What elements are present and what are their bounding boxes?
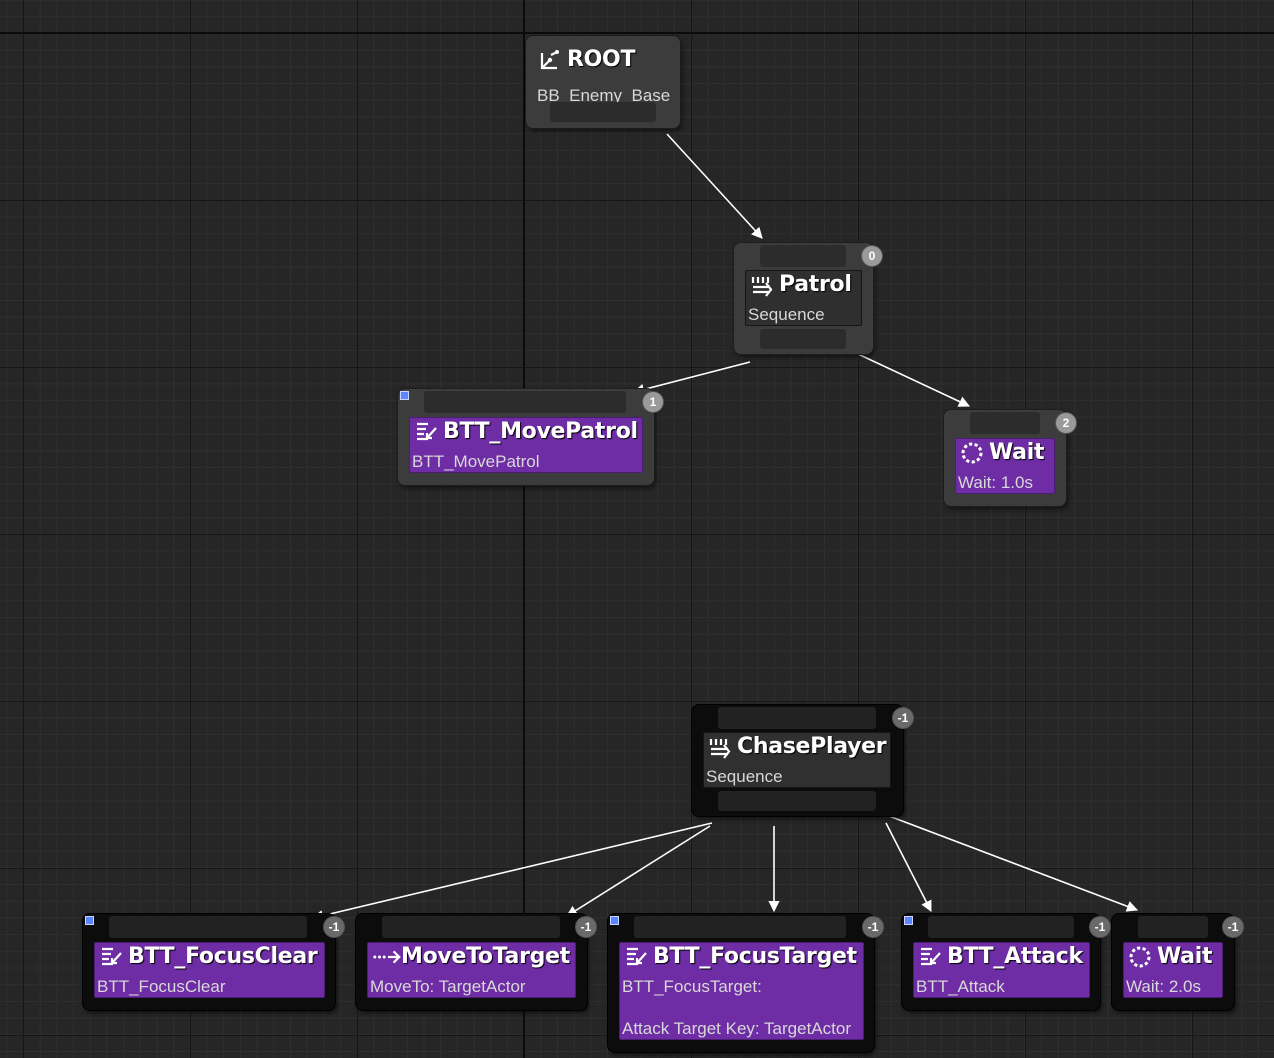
execution-index-badge: -1 [863,917,883,937]
wire-chase-to-wait2 [888,815,1139,912]
input-pin[interactable] [1138,916,1208,938]
node-subtitle: BTT_FocusTarget: [622,977,762,996]
node-title: BTT_FocusTarget [653,944,857,969]
execution-index-badge: -1 [576,917,596,937]
wire-root-to-patrol [666,133,763,239]
output-pin[interactable] [550,102,656,122]
move-patrol-task-node[interactable]: BTT_MovePatrol BTT_MovePatrol 1 [398,389,663,485]
breakpoint-flag-icon [610,916,619,925]
output-pin[interactable] [760,329,846,349]
move-to-target-task-node[interactable]: MoveToTarget MoveTo: TargetActor -1 [356,914,596,1010]
input-pin[interactable] [970,412,1040,434]
node-connections [311,133,1139,922]
focus-clear-task-node[interactable]: BTT_FocusClear BTT_FocusClear -1 [83,914,344,1010]
execution-index-badge: -1 [1223,917,1243,937]
sequence-icon [708,735,732,759]
chase-player-sequence-node[interactable]: ChasePlayer Sequence -1 [692,705,913,816]
input-pin[interactable] [718,707,876,729]
node-subtitle: Sequence [748,305,825,324]
execution-index-badge: 2 [1056,413,1076,433]
node-title: Patrol [779,272,852,297]
node-subtitle: Wait: 1.0s [958,473,1033,492]
node-title: BTT_FocusClear [128,944,318,969]
wire-chase-to-focusclear [311,822,713,922]
move-to-icon [372,945,401,969]
wire-chase-to-moveto [566,825,711,917]
blueprint-task-icon [624,945,648,969]
node-subtitle: Sequence [706,767,783,786]
breakpoint-flag-icon [904,916,913,925]
blueprint-task-icon [414,420,438,444]
root-icon [538,48,562,72]
node-title: Wait [989,440,1045,465]
blueprint-task-icon [99,945,123,969]
input-pin[interactable] [760,245,846,267]
node-title: BTT_MovePatrol [443,419,638,444]
breakpoint-flag-icon [400,391,409,400]
wire-patrol-to-movepatrol [632,361,751,395]
execution-index-badge: -1 [1090,917,1110,937]
node-subtitle: BTT_MovePatrol [412,452,540,471]
input-pin[interactable] [424,391,626,413]
root-node[interactable]: ROOT BB_Enemy_Base [526,36,680,128]
focus-target-task-node[interactable]: BTT_FocusTarget BTT_FocusTarget: Attack … [608,914,883,1052]
wait-1-task-node[interactable]: Wait Wait: 1.0s 2 [944,410,1076,506]
wait-icon [960,441,984,465]
input-pin[interactable] [382,916,560,938]
execution-index-badge: 1 [643,392,663,412]
node-title: Wait [1157,944,1213,969]
node-title: ChasePlayer [737,734,887,759]
execution-index-badge: -1 [324,917,344,937]
output-pin[interactable] [718,791,876,811]
node-detail: Attack Target Key: TargetActor [622,1019,851,1038]
attack-task-node[interactable]: BTT_Attack BTT_Attack -1 [902,914,1110,1010]
behavior-tree-graph[interactable]: ROOT BB_Enemy_Base Patrol Sequence 0 BTT… [0,0,1274,1058]
execution-index-badge: 0 [862,246,882,266]
input-pin[interactable] [634,916,846,938]
breakpoint-flag-icon [85,916,94,925]
patrol-sequence-node[interactable]: Patrol Sequence 0 [734,243,882,354]
node-subtitle: BTT_Attack [916,977,1005,996]
sequence-icon [750,273,774,297]
wire-patrol-to-wait [857,353,971,407]
input-pin[interactable] [109,916,307,938]
node-title: MoveToTarget [401,944,570,969]
input-pin[interactable] [928,916,1074,938]
node-title: BTT_Attack [947,944,1083,969]
node-subtitle: Wait: 2.0s [1126,977,1201,996]
wait-icon [1128,945,1152,969]
node-subtitle: MoveTo: TargetActor [370,977,526,996]
execution-index-badge: -1 [893,708,913,728]
node-subtitle: BTT_FocusClear [97,977,226,996]
wait-2-task-node[interactable]: Wait Wait: 2.0s -1 [1112,914,1243,1010]
node-title: ROOT [567,47,636,72]
blueprint-task-icon [918,945,942,969]
wire-chase-to-attack [885,822,932,912]
